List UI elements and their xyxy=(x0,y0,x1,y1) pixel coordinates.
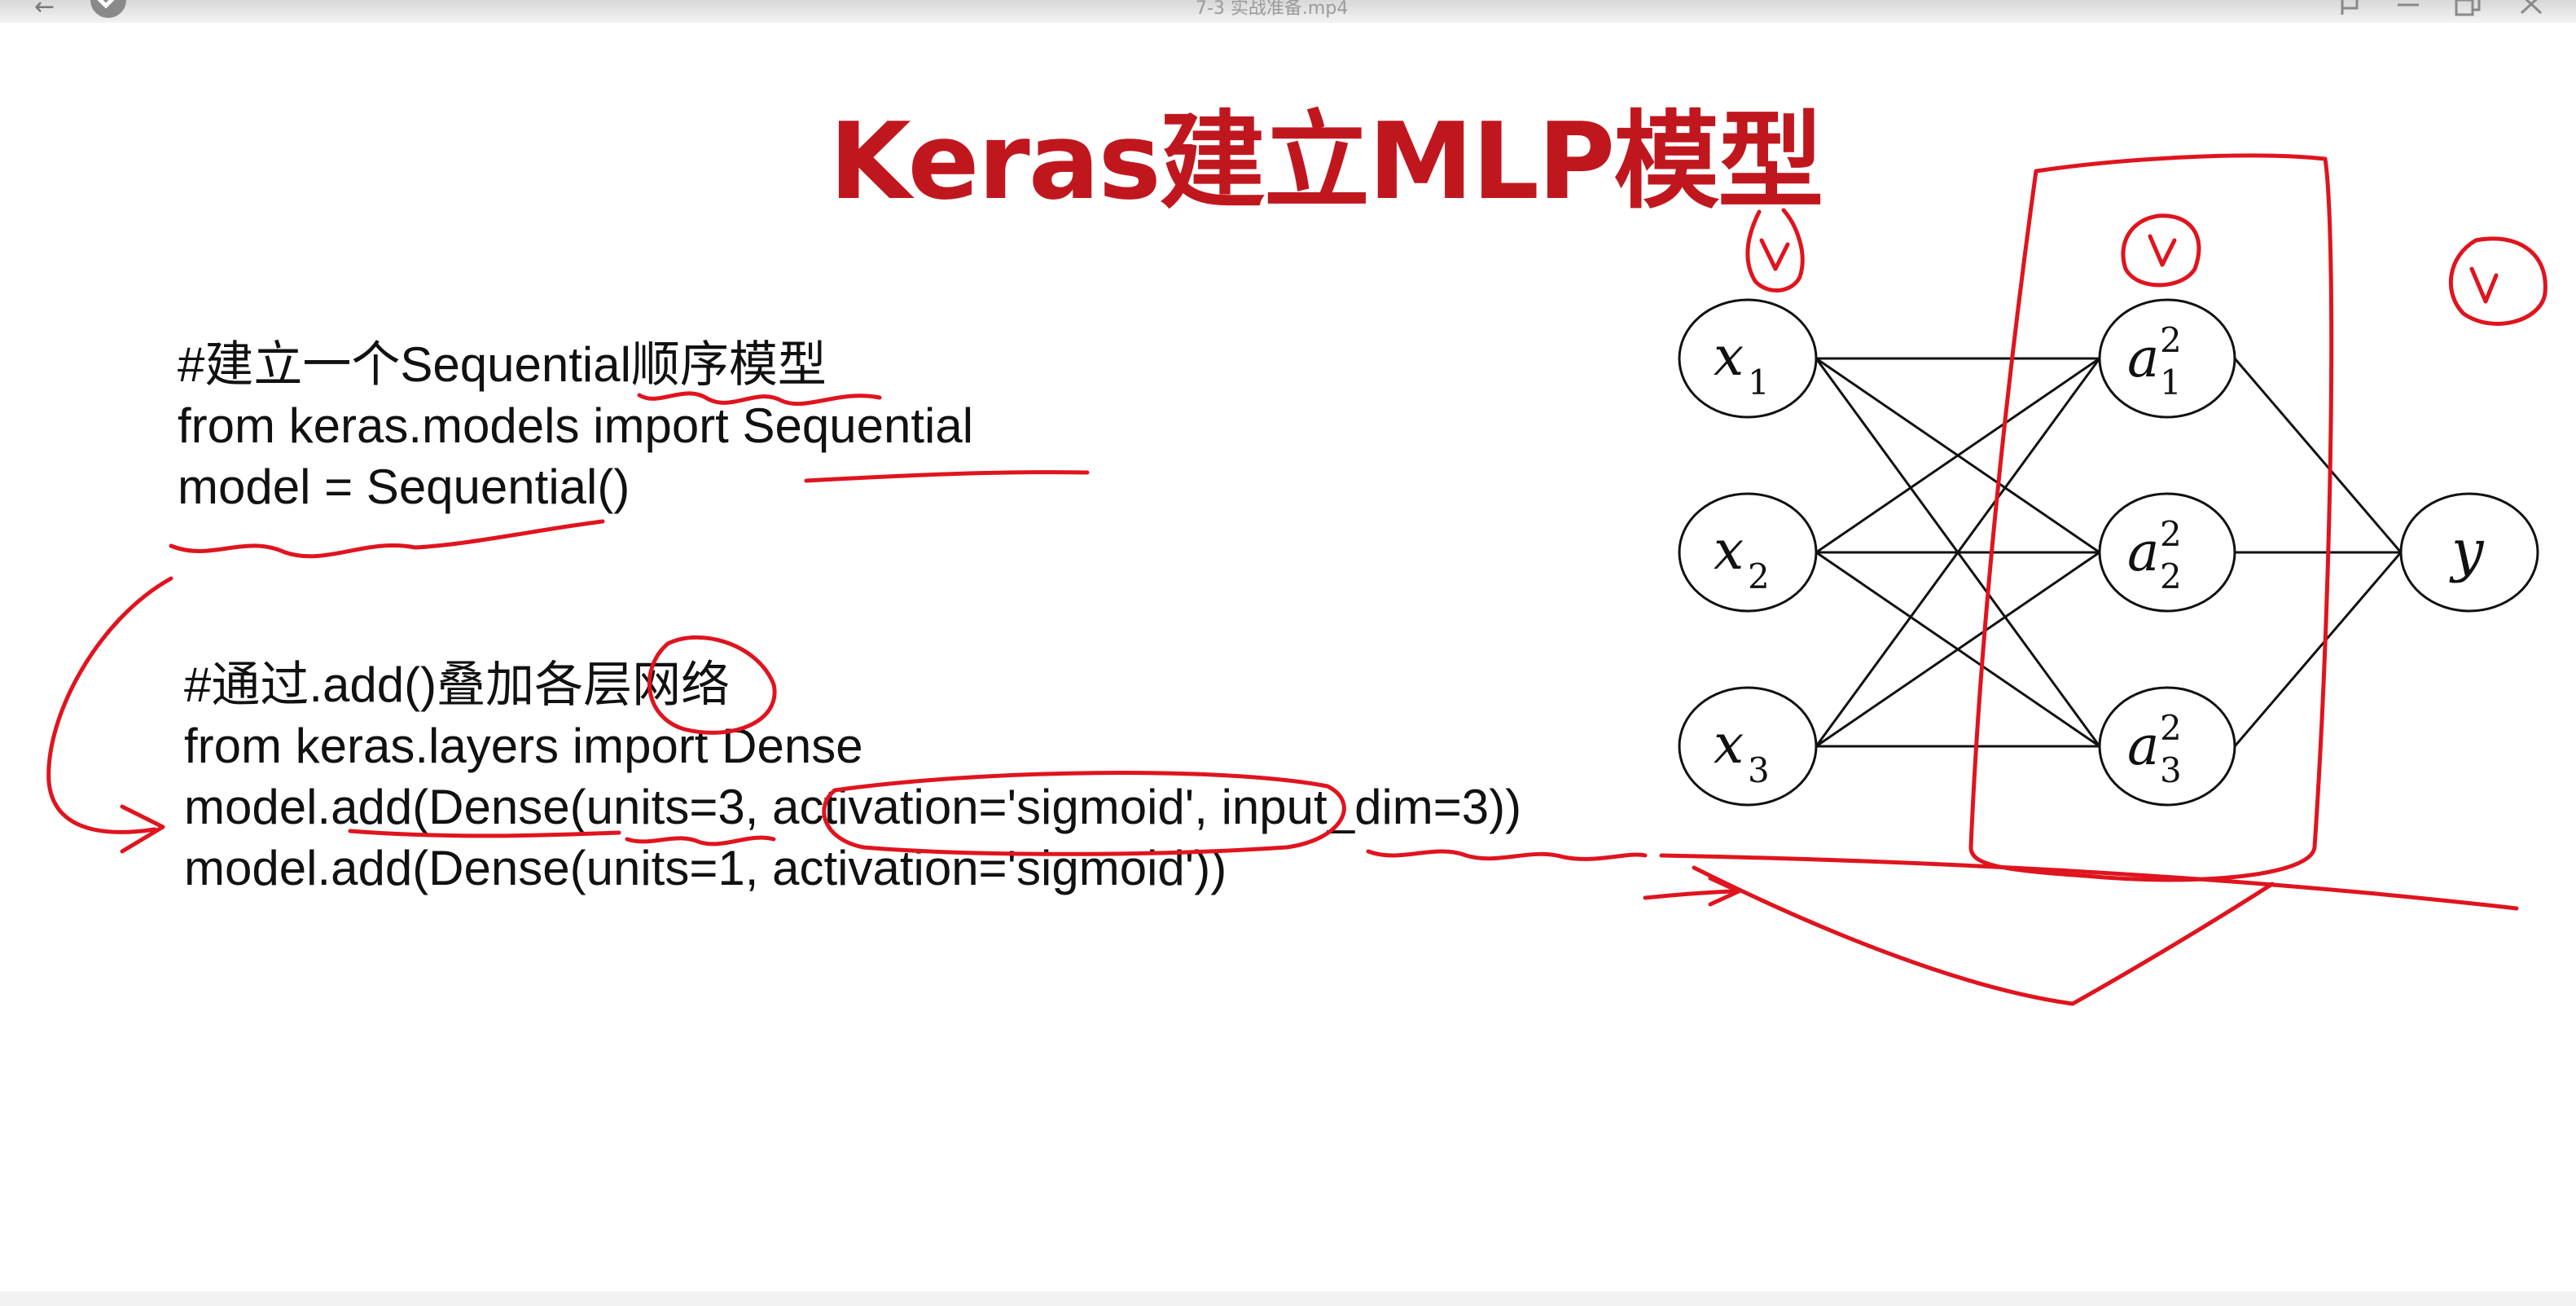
input-node-1-base: x xyxy=(1714,325,1744,388)
output-node: y xyxy=(2399,492,2539,613)
input-node-2: x 2 xyxy=(1678,492,1818,613)
input-node-2-sub: 2 xyxy=(1748,556,1770,596)
hidden-node-3-sup: 2 xyxy=(2160,708,2182,748)
input-node-3-base: x xyxy=(1714,713,1744,776)
mlp-network-diagram: x 1 x 2 x 3 a 1 2 a 2 2 a 3 2 y xyxy=(46,153,2547,1006)
player-bottom-bar xyxy=(0,1291,2576,1306)
output-node-label: y xyxy=(2449,517,2485,584)
input-node-3: x 3 xyxy=(1678,686,1818,807)
hidden-node-2-sup: 2 xyxy=(2160,514,2182,554)
hidden-node-3: a 3 2 xyxy=(2098,686,2236,807)
hidden-node-1-base: a xyxy=(2127,327,2159,389)
input-node-2-base: x xyxy=(1714,519,1744,582)
hidden-node-3-base: a xyxy=(2127,715,2159,777)
input-node-1: x 1 xyxy=(1678,298,1818,419)
hidden-node-1-sub: 1 xyxy=(2160,363,2182,402)
hidden-node-2-base: a xyxy=(2127,521,2159,583)
hidden-node-1-sup: 2 xyxy=(2160,320,2182,360)
hidden-node-2-sub: 2 xyxy=(2160,556,2182,596)
input-node-3-sub: 3 xyxy=(1748,750,1770,790)
hidden-node-3-sub: 3 xyxy=(2160,750,2182,790)
input-node-1-sub: 1 xyxy=(1748,363,1770,402)
hidden-node-2: a 2 2 xyxy=(2098,492,2236,613)
hidden-node-1: a 1 2 xyxy=(2098,298,2236,419)
